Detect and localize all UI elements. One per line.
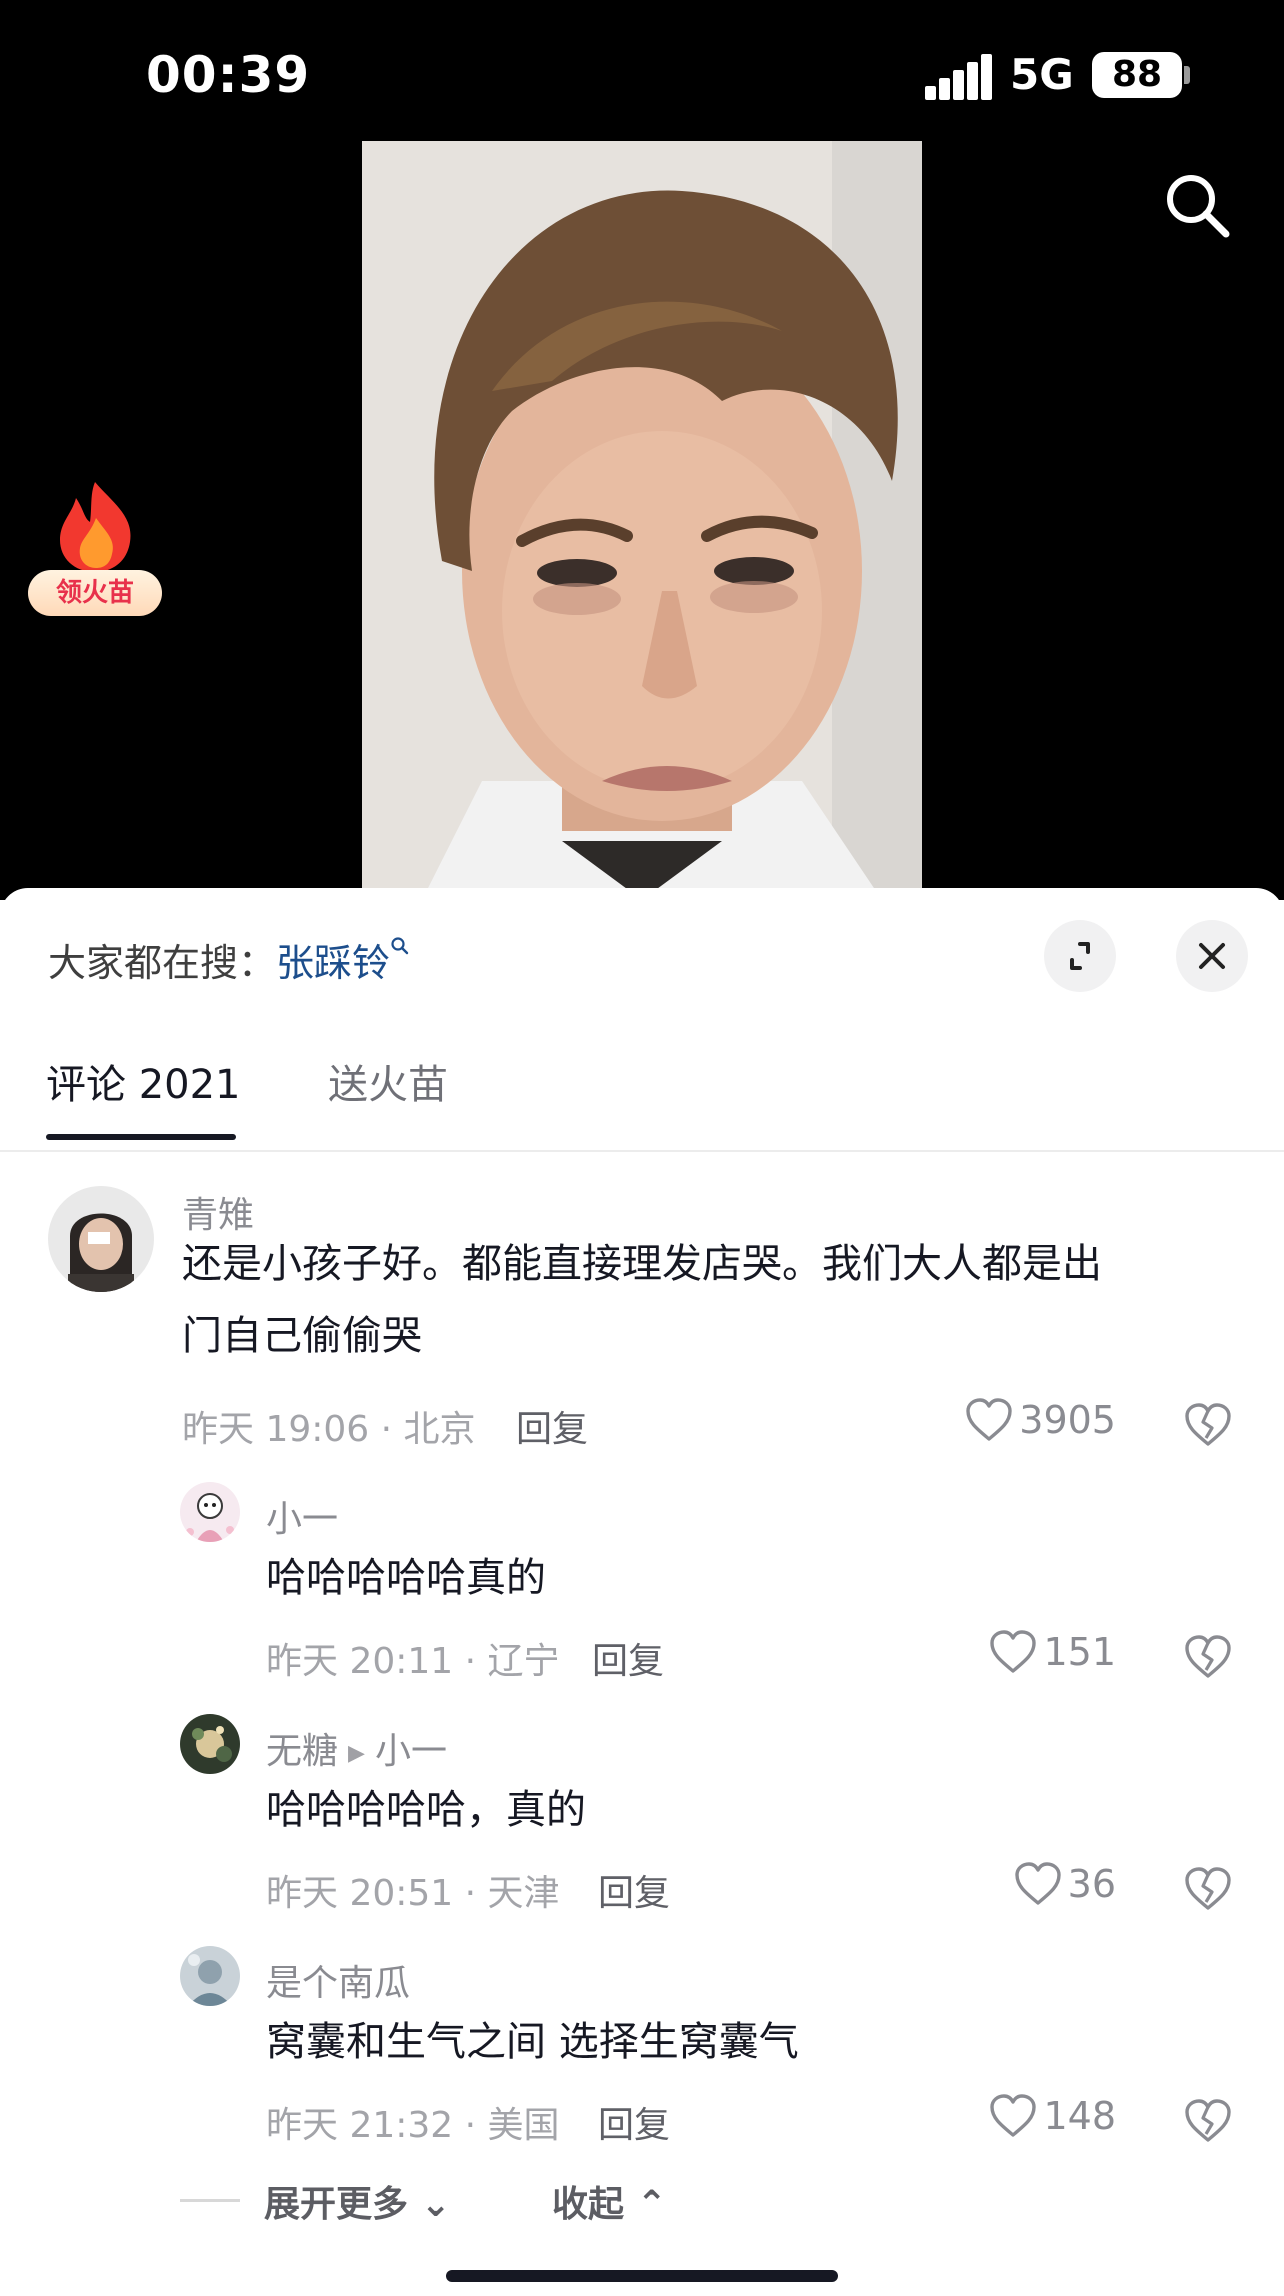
- dislike-button[interactable]: [1184, 2098, 1232, 2144]
- network-type: 5G: [1010, 50, 1074, 99]
- comment-text-line: 门自己偷偷哭: [182, 1313, 422, 1359]
- like-button[interactable]: 148: [989, 2093, 1116, 2139]
- avatar[interactable]: [180, 1946, 240, 2006]
- tab-send-fire[interactable]: 送火苗: [328, 1052, 448, 1110]
- heart-icon: [990, 1629, 1037, 1673]
- active-tab-indicator: [46, 1134, 236, 1140]
- avatar[interactable]: [48, 1186, 154, 1292]
- hot-search-bar[interactable]: 大家都在搜：张踩铃: [48, 932, 410, 987]
- comment-meta: 昨天 20:11 · 辽宁: [266, 1641, 560, 1682]
- comment-tabs: 评论 2021 送火苗: [0, 1038, 1284, 1152]
- child-face-image: [362, 141, 922, 900]
- like-count: 148: [1043, 2094, 1116, 2138]
- avatar[interactable]: [180, 1482, 240, 1542]
- small-search-icon: [391, 937, 409, 955]
- expand-icon: [1070, 942, 1090, 970]
- like-button[interactable]: 36: [1014, 1861, 1116, 1907]
- search-icon[interactable]: [1160, 168, 1236, 244]
- battery-tip: [1184, 66, 1190, 84]
- replies-toggle-row: 展开更多 ⌄ 收起 ⌃: [0, 2171, 1284, 2231]
- heart-icon: [966, 1397, 1012, 1441]
- comment-username[interactable]: 小一: [266, 1490, 338, 1542]
- like-count: 36: [1067, 1862, 1116, 1906]
- chevron-up-icon: ⌃: [636, 2184, 667, 2225]
- comment-text: 还是小孩子好。都能直接理发店哭。我们大人都是出 门自己偷偷哭: [182, 1228, 1102, 1372]
- collapse-button[interactable]: 收起 ⌃: [552, 2175, 667, 2227]
- reply-button[interactable]: 回复: [598, 1864, 670, 1916]
- broken-heart-icon: [1185, 2099, 1231, 2142]
- like-count: 3905: [1019, 1398, 1116, 1442]
- battery-level: 88: [1092, 52, 1182, 98]
- like-count: 151: [1043, 1630, 1116, 1674]
- comment-text: 窝囊和生气之间 选择生窝囊气: [266, 2019, 799, 2065]
- dislike-button[interactable]: [1184, 1634, 1232, 1680]
- like-button[interactable]: 3905: [965, 1397, 1116, 1443]
- hot-search-keyword[interactable]: 张踩铃: [276, 941, 390, 985]
- video-player[interactable]: 00:39 5G 88 领火苗: [0, 0, 1284, 900]
- heart-icon: [1014, 1861, 1061, 1905]
- comment-meta: 昨天 19:06 · 北京: [182, 1409, 476, 1450]
- flame-icon: [60, 482, 131, 572]
- dislike-button[interactable]: [1184, 1402, 1232, 1448]
- status-time: 00:39: [146, 46, 311, 104]
- avatar[interactable]: [180, 1714, 240, 1774]
- divider-line: [180, 2199, 240, 2202]
- reply-arrow-icon: ▶: [348, 1740, 365, 1766]
- comment-username[interactable]: 无糖 ▶ 小一: [266, 1722, 447, 1774]
- chevron-down-icon: ⌄: [420, 2184, 451, 2225]
- broken-heart-icon: [1185, 1635, 1231, 1678]
- fire-badge-label: 领火苗: [28, 570, 162, 616]
- dislike-button[interactable]: [1184, 1866, 1232, 1912]
- hot-search-prefix: 大家都在搜：: [48, 941, 277, 985]
- comment-text: 哈哈哈哈哈，真的: [266, 1787, 586, 1833]
- close-button[interactable]: [1176, 920, 1248, 992]
- video-frame[interactable]: [362, 141, 922, 900]
- expand-more-button[interactable]: 展开更多 ⌄: [264, 2175, 451, 2227]
- collapse-label: 收起: [552, 2184, 625, 2225]
- reply-button[interactable]: 回复: [598, 2096, 670, 2148]
- expand-button[interactable]: [1044, 920, 1116, 992]
- heart-icon: [990, 2093, 1037, 2137]
- comment-text-line: 还是小孩子好。都能直接理发店哭。我们大人都是出: [182, 1241, 1102, 1287]
- comment-meta: 昨天 20:51 · 天津: [266, 1873, 560, 1914]
- broken-heart-icon: [1185, 1867, 1231, 1910]
- home-indicator[interactable]: [446, 2270, 838, 2282]
- reply-to-username[interactable]: 小一: [375, 1731, 447, 1772]
- comment-username[interactable]: 是个南瓜: [266, 1954, 410, 2006]
- like-button[interactable]: 151: [989, 1629, 1116, 1675]
- broken-heart-icon: [1185, 1403, 1231, 1446]
- comment-meta: 昨天 21:32 · 美国: [266, 2105, 560, 2146]
- comment-sheet: 大家都在搜：张踩铃 评论 2021 送火苗: [0, 888, 1284, 2296]
- close-icon: [1199, 943, 1225, 969]
- reply-button[interactable]: 回复: [592, 1632, 664, 1684]
- signal-icon: [925, 54, 992, 100]
- fire-badge[interactable]: 领火苗: [28, 478, 162, 618]
- reply-button[interactable]: 回复: [516, 1400, 588, 1452]
- comment-text: 哈哈哈哈哈真的: [266, 1555, 546, 1601]
- tab-comments[interactable]: 评论 2021: [46, 1052, 241, 1110]
- expand-more-label: 展开更多: [264, 2184, 409, 2225]
- comment-username-text: 无糖: [266, 1731, 339, 1772]
